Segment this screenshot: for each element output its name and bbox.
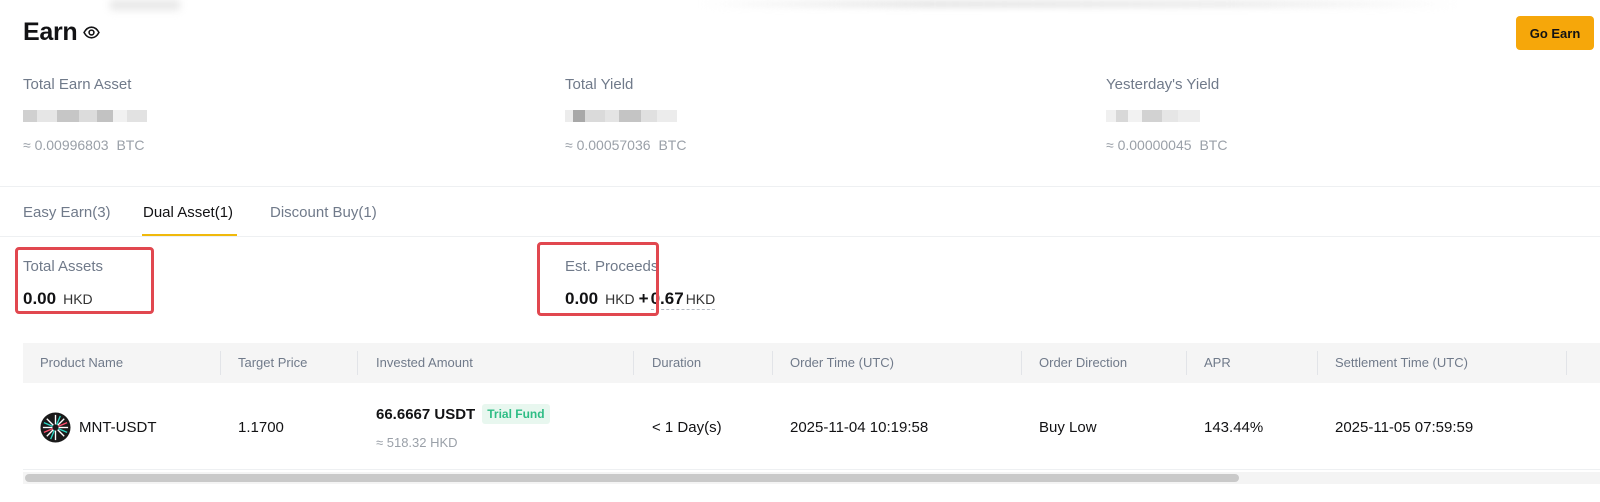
invested-amount: 66.6667 USDT: [376, 405, 476, 423]
column-header-order-time: Order Time (UTC): [790, 355, 894, 370]
stat-unit: BTC: [116, 137, 145, 153]
column-header-duration: Duration: [652, 355, 702, 370]
stat-unit: BTC: [1199, 137, 1228, 153]
column-header-product: Product Name: [40, 355, 124, 370]
tab-dual-asset[interactable]: Dual Asset(1): [143, 204, 233, 221]
est-proceeds-extra-unit: HKD: [685, 291, 716, 307]
stat-label: Total Earn Asset: [23, 76, 132, 93]
stat-total-earn-asset: Total Earn Asset ≈ 0.00996803 BTC: [23, 76, 147, 153]
page-title: Earn: [23, 18, 78, 46]
stat-yesterday-yield: Yesterday's Yield ≈ 0.00000045 BTC: [1106, 76, 1227, 153]
highlight-box-est-proceeds: [537, 242, 659, 316]
masked-value: [1106, 107, 1227, 125]
stat-total-yield: Total Yield ≈ 0.00057036 BTC: [565, 76, 686, 153]
order-direction: Buy Low: [1039, 419, 1097, 436]
stat-unit: BTC: [658, 137, 687, 153]
mnt-coin-icon: [40, 412, 71, 443]
stat-label: Yesterday's Yield: [1106, 76, 1220, 93]
stat-approx: ≈ 0.00057036: [565, 137, 651, 153]
column-header-target-price: Target Price: [238, 355, 308, 370]
masked-value: [23, 107, 147, 125]
target-price: 1.1700: [238, 419, 284, 436]
eye-icon[interactable]: [83, 24, 101, 41]
highlight-box-total-assets: [15, 247, 154, 314]
invested-amount-hkd: ≈ 518.32 HKD: [376, 435, 458, 450]
duration: < 1 Day(s): [652, 419, 722, 436]
apr: 143.44%: [1204, 419, 1264, 436]
settlement-time: 2025-11-05 07:59:59: [1335, 419, 1474, 436]
masked-value: [565, 107, 686, 125]
column-header-settlement: Settlement Time (UTC): [1335, 355, 1468, 370]
page-header: Earn: [23, 18, 101, 47]
stat-approx: ≈ 0.00000045: [1106, 137, 1192, 153]
product-name: MNT-USDT: [79, 419, 157, 436]
tab-discount-buy[interactable]: Discount Buy(1): [270, 204, 377, 221]
tabs-divider: [0, 236, 1600, 237]
go-earn-button[interactable]: Go Earn: [1516, 16, 1594, 50]
column-header-invested: Invested Amount: [376, 355, 473, 370]
column-header-apr: APR: [1204, 355, 1231, 370]
column-header-order-direction: Order Direction: [1039, 355, 1128, 370]
trial-fund-badge: Trial Fund: [482, 404, 550, 424]
stat-label: Total Yield: [565, 76, 634, 93]
order-time: 2025-11-04 10:19:58: [790, 419, 929, 436]
est-proceeds-extra[interactable]: 0.67 HKD: [650, 289, 716, 310]
stat-approx: ≈ 0.00996803: [23, 137, 109, 153]
section-divider: [0, 186, 1600, 187]
tab-easy-earn[interactable]: Easy Earn(3): [23, 204, 111, 221]
horizontal-scrollbar-thumb[interactable]: [25, 474, 1239, 482]
